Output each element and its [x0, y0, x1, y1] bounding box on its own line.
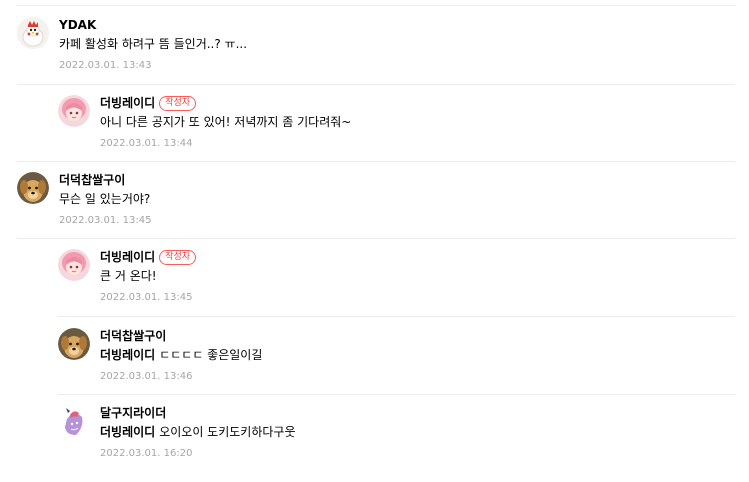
comment-item: YDAK 카페 활성화 하려구 뜸 들인거..? ㅠ... 2022.03.01…	[17, 17, 247, 73]
nickname[interactable]: 달구지라이더	[100, 405, 166, 421]
comment-divider	[58, 316, 735, 317]
comment-text: 큰 거 온다!	[100, 269, 157, 283]
nickname[interactable]: 더빙레이디	[100, 95, 155, 111]
comment-date: 2022.03.01. 13:43	[59, 60, 152, 71]
avatar[interactable]	[58, 95, 90, 127]
comment-text-body: ㄷㄷㄷㄷ 좋은일이길	[159, 348, 263, 362]
dog-avatar-icon	[58, 328, 90, 360]
pink-hair-avatar-icon	[58, 95, 90, 127]
mention-tag[interactable]: 더빙레이디	[100, 425, 155, 439]
nickname[interactable]: 더덕찹쌀구이	[100, 328, 166, 344]
comment-divider	[17, 238, 735, 239]
mention-tag[interactable]: 더빙레이디	[100, 348, 155, 362]
author-badge: 작성자	[159, 249, 197, 265]
nickname[interactable]: 더빙레이디	[100, 249, 155, 265]
comment-date: 2022.03.01. 13:44	[100, 138, 193, 149]
comment-divider	[17, 161, 735, 162]
comment-text: 무슨 일 있는거야?	[59, 192, 151, 206]
chicken-avatar-icon	[17, 17, 49, 49]
reply-item: 더빙레이디 작성자 큰 거 온다! 2022.03.01. 13:45	[58, 249, 197, 305]
reply-item: 더덕찹쌀구이 더빙레이디 ㄷㄷㄷㄷ 좋은일이길 2022.03.01. 13:46	[58, 328, 262, 384]
comment-date: 2022.03.01. 13:45	[100, 292, 193, 303]
avatar[interactable]	[17, 17, 49, 49]
comment-date: 2022.03.01. 13:45	[59, 215, 152, 226]
comment-date: 2022.03.01. 16:20	[100, 448, 193, 459]
dog-avatar-icon	[17, 172, 49, 204]
comment-item: 더덕찹쌀구이 무슨 일 있는거야? 2022.03.01. 13:45	[17, 172, 151, 228]
comment-text: 더빙레이디 ㄷㄷㄷㄷ 좋은일이길	[100, 347, 262, 363]
author-badge: 작성자	[159, 95, 197, 111]
reply-item: 더빙레이디 작성자 아니 다른 공지가 또 있어! 저녁까지 좀 기다려줘~ 2…	[58, 95, 351, 151]
character-avatar-icon	[58, 405, 90, 437]
top-divider	[16, 5, 735, 6]
nickname[interactable]: 더덕찹쌀구이	[59, 172, 125, 188]
avatar[interactable]	[58, 328, 90, 360]
comment-thread: { "comments": [ { "nickname": "YDAK", "t…	[0, 0, 749, 482]
comment-date: 2022.03.01. 13:46	[100, 371, 193, 382]
avatar[interactable]	[58, 249, 90, 281]
avatar[interactable]	[17, 172, 49, 204]
pink-hair-avatar-icon	[58, 249, 90, 281]
comment-text: 아니 다른 공지가 또 있어! 저녁까지 좀 기다려줘~	[100, 115, 352, 129]
comment-text: 카페 활성화 하려구 뜸 들인거..? ㅠ...	[59, 37, 248, 51]
comment-text-body: 오이오이 도키도키하다구웃	[159, 425, 296, 439]
avatar[interactable]	[58, 405, 90, 437]
comment-divider	[17, 84, 735, 85]
comment-divider	[58, 394, 735, 395]
nickname[interactable]: YDAK	[59, 17, 96, 33]
reply-item: 달구지라이더 더빙레이디 오이오이 도키도키하다구웃 2022.03.01. 16…	[58, 405, 296, 461]
comment-text: 더빙레이디 오이오이 도키도키하다구웃	[100, 424, 296, 440]
